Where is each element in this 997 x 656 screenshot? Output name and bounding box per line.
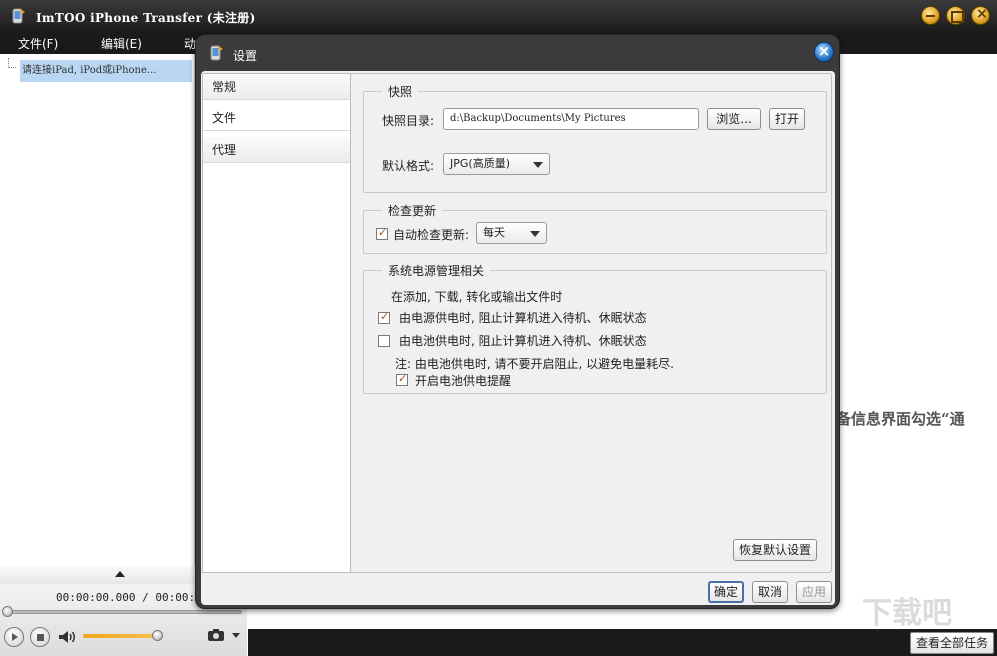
settings-dialog: 设置 × 常规 文件 代理 快照 快照目录: d:\Backup\Documen… (195, 34, 840, 609)
app-logo-icon (12, 8, 25, 24)
update-legend: 检查更新 (388, 204, 437, 218)
battery-note-text: 注: 由电池供电时, 请不要开启阻止, 以避免电量耗尽. (395, 357, 674, 371)
camera-icon[interactable] (207, 628, 225, 642)
restore-defaults-button[interactable]: 恢复默认设置 (733, 539, 817, 561)
battery-power-label: 由电池供电时, 阻止计算机进入待机、休眠状态 (399, 334, 647, 348)
tree-connector (8, 58, 16, 68)
close-dialog-icon[interactable]: × (814, 42, 834, 62)
nav-item-file[interactable]: 文件 (203, 105, 353, 131)
stop-button[interactable] (30, 627, 50, 647)
chevron-down-icon (533, 162, 543, 168)
battery-reminder-checkbox[interactable] (396, 372, 408, 386)
close-window-button[interactable] (971, 6, 990, 25)
app-titlebar: ImTOO iPhone Transfer (未注册) (0, 0, 997, 32)
chevron-down-icon[interactable] (232, 633, 240, 638)
snapshot-group: 快照 (363, 83, 827, 193)
view-all-tasks-button[interactable]: 查看全部任务 (910, 632, 994, 654)
battery-reminder-label: 开启电池供电提醒 (415, 374, 512, 388)
volume-slider[interactable] (83, 634, 157, 638)
default-format-select[interactable]: JPG(高质量) (443, 153, 550, 175)
play-button[interactable] (4, 627, 24, 647)
snapshot-legend: 快照 (388, 85, 413, 99)
power-intro-text: 在添加, 下载, 转化或输出文件时 (391, 290, 563, 304)
watermark-text: 下载吧 (862, 596, 952, 630)
status-bar (248, 629, 997, 656)
snapshot-dir-label: 快照目录: (382, 114, 435, 128)
menu-file[interactable]: 文件(F) (18, 35, 58, 52)
collapse-up-icon[interactable] (115, 571, 125, 577)
apply-button[interactable]: 应用 (796, 581, 832, 603)
default-format-label: 默认格式: (382, 159, 435, 173)
update-frequency-value: 每天 (483, 226, 505, 239)
dialog-body: 常规 文件 代理 快照 快照目录: d:\Backup\Documents\My… (201, 71, 835, 605)
power-legend: 系统电源管理相关 (388, 264, 485, 278)
minimize-button[interactable] (921, 6, 940, 25)
cancel-button[interactable]: 取消 (752, 581, 788, 603)
instruction-text: 备信息界面勾选“通 (836, 410, 965, 428)
auto-update-label: 自动检查更新: (393, 228, 470, 242)
nav-item-proxy[interactable]: 代理 (203, 137, 351, 163)
snapshot-dir-input[interactable]: d:\Backup\Documents\My Pictures (443, 108, 699, 130)
menu-edit[interactable]: 编辑(E) (101, 35, 142, 52)
maximize-button[interactable] (946, 6, 965, 25)
ac-power-checkbox[interactable] (378, 310, 390, 324)
device-list-item[interactable]: 请连接iPad, iPod或iPhone... (20, 60, 192, 82)
browse-button[interactable]: 浏览... (707, 108, 761, 130)
watermark-logo: 下载吧 (862, 596, 952, 630)
app-title: ImTOO iPhone Transfer (未注册) (36, 11, 256, 25)
settings-content: 快照 快照目录: d:\Backup\Documents\My Pictures… (350, 73, 832, 573)
open-folder-button[interactable]: 打开 (769, 108, 805, 130)
settings-nav: 常规 文件 代理 (202, 73, 353, 573)
volume-handle[interactable] (151, 630, 163, 641)
dialog-logo-icon (210, 45, 223, 61)
dialog-title: 设置 (233, 49, 258, 63)
ac-power-label: 由电源供电时, 阻止计算机进入待机、休眠状态 (399, 311, 647, 325)
volume-icon[interactable] (58, 630, 78, 644)
nav-item-general[interactable]: 常规 (203, 74, 351, 100)
seek-bar[interactable] (6, 610, 242, 614)
chevron-down-icon (530, 231, 540, 237)
default-format-value: JPG(高质量) (450, 157, 510, 170)
ok-button[interactable]: 确定 (708, 581, 744, 603)
battery-power-checkbox[interactable] (378, 335, 390, 347)
device-tree-panel: 请连接iPad, iPod或iPhone... (0, 54, 195, 584)
update-frequency-select[interactable]: 每天 (476, 222, 547, 244)
seek-handle[interactable] (2, 606, 13, 617)
auto-update-checkbox[interactable] (376, 226, 388, 240)
